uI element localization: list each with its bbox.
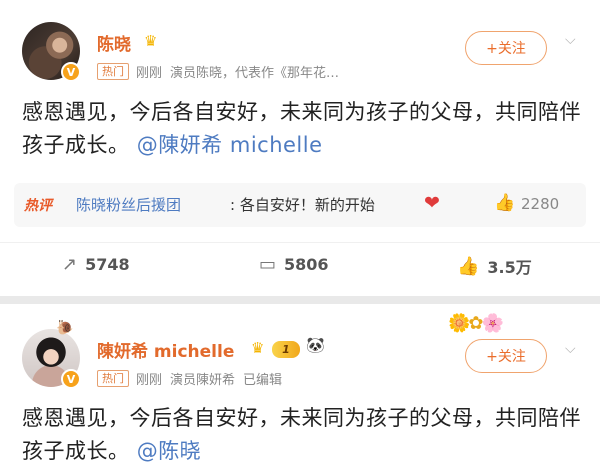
- edited-label: 已编辑: [243, 373, 283, 388]
- crown-icon: ♛: [251, 339, 265, 357]
- mention-link[interactable]: @陳妍希 michelle: [137, 133, 323, 157]
- heart-icon: ❤: [424, 192, 440, 214]
- panda-icon: 🐼: [306, 336, 325, 354]
- verified-icon: V: [61, 369, 81, 389]
- chevron-down-icon[interactable]: ⌵: [565, 33, 579, 47]
- comment-count: 5806: [284, 255, 329, 274]
- repost-count: 5748: [85, 255, 130, 274]
- hot-comment-likes: 2280: [521, 195, 560, 213]
- user-bio: 演员陳妍希: [170, 373, 236, 388]
- post-body: 感恩遇见，今后各自安好，未来同为孩子的父母，共同陪伴孩子成长。: [22, 406, 581, 463]
- follow-button[interactable]: +关注: [465, 339, 547, 373]
- post-meta-1: 热门 刚刚 演员陈晓，代表作《那年花…: [97, 62, 339, 81]
- hot-badge: 热门: [97, 63, 129, 80]
- post-time: 刚刚: [136, 66, 163, 81]
- hot-comment[interactable]: 热评 陈晓粉丝后援团 : 各自安好！新的开始 ❤ 👍 2280: [14, 183, 586, 227]
- mention-link[interactable]: @陈晓: [137, 439, 202, 463]
- repost-button[interactable]: ↗ 5748: [62, 254, 130, 275]
- repost-icon: ↗: [62, 254, 78, 275]
- hot-comment-text: : 各自安好！新的开始: [230, 196, 375, 214]
- follow-button[interactable]: +关注: [465, 31, 547, 65]
- post-text-1: 感恩遇见，今后各自安好，未来同为孩子的父母，共同陪伴孩子成长。 @陳妍希 mic…: [22, 96, 582, 162]
- crown-icon: ♛: [144, 32, 158, 50]
- thumb-up-icon[interactable]: 👍: [494, 193, 515, 213]
- hot-comment-author[interactable]: 陈晓粉丝后援团: [76, 194, 181, 215]
- comment-icon: ▭: [259, 254, 277, 275]
- like-count: 3.5万: [487, 258, 532, 277]
- verified-icon: V: [61, 62, 81, 82]
- like-button[interactable]: 👍 3.5万: [457, 254, 532, 278]
- decoration-icon: 🌼✿🌸: [448, 313, 504, 334]
- hot-badge: 热门: [97, 370, 129, 387]
- hot-comment-label: 热评: [24, 198, 52, 214]
- thumb-up-icon: 👍: [457, 255, 480, 277]
- post-card-1: V 陈晓 ♛ 热门 刚刚 演员陈晓，代表作《那年花… +关注 ⌵ 感恩遇见，今后…: [0, 0, 600, 296]
- comment-button[interactable]: ▭ 5806: [259, 254, 329, 275]
- post-meta-2: 热门 刚刚 演员陳妍希 已编辑: [97, 369, 282, 388]
- chevron-down-icon[interactable]: ⌵: [565, 342, 579, 356]
- user-bio: 演员陈晓，代表作《那年花…: [170, 66, 340, 81]
- divider: [0, 242, 600, 243]
- post-text-2: 感恩遇见，今后各自安好，未来同为孩子的父母，共同陪伴孩子成长。 @陈晓: [22, 402, 582, 464]
- weibo-feed: V 陈晓 ♛ 热门 刚刚 演员陈晓，代表作《那年花… +关注 ⌵ 感恩遇见，今后…: [0, 0, 600, 464]
- snail-icon: 🐌: [56, 320, 74, 336]
- post-time: 刚刚: [136, 373, 163, 388]
- username-chenxiao[interactable]: 陈晓: [97, 30, 131, 55]
- level-badge: 1: [272, 341, 300, 358]
- username-michelle[interactable]: 陳妍希 michelle: [97, 337, 234, 362]
